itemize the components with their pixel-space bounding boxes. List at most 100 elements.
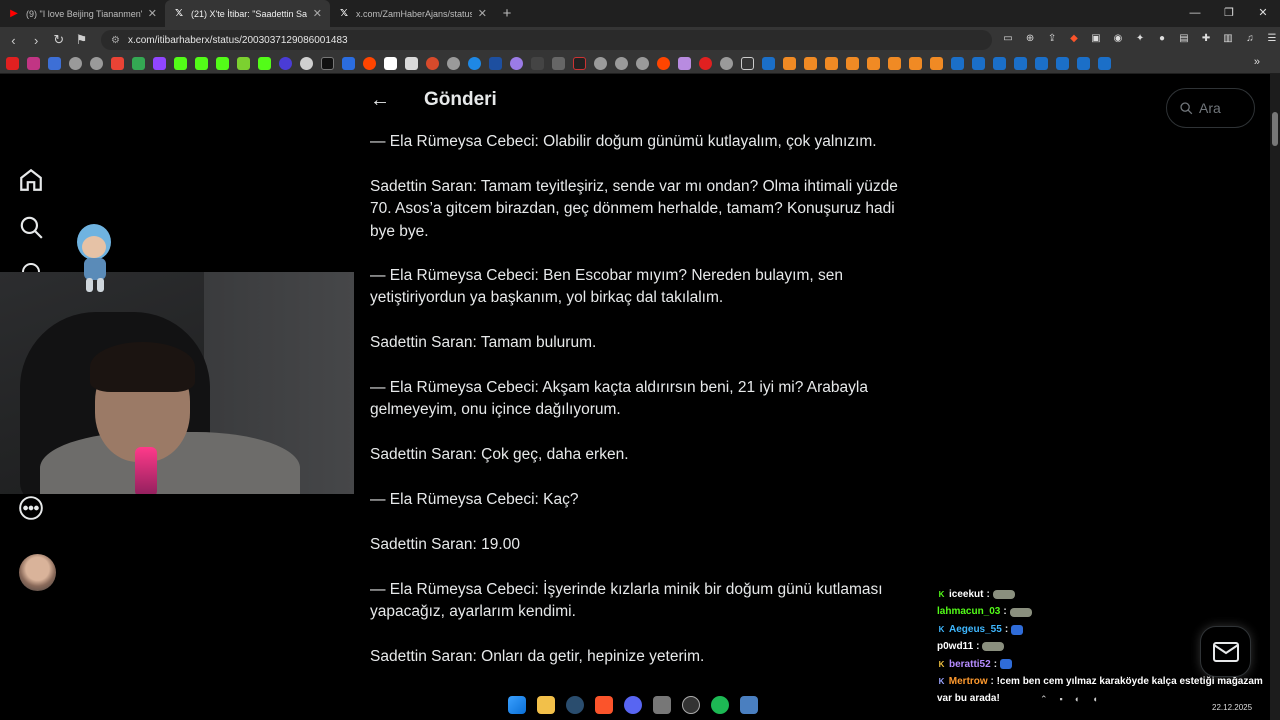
bookmark-icon[interactable]: [636, 56, 649, 70]
app-icon[interactable]: [740, 696, 758, 714]
scrollbar-thumb[interactable]: [1272, 112, 1278, 146]
bookmark-icon[interactable]: [699, 56, 712, 70]
profile-avatar[interactable]: [19, 554, 56, 591]
steam-icon[interactable]: [566, 696, 584, 714]
bookmark-icon[interactable]: [48, 56, 61, 70]
chevron-up-icon[interactable]: ⌃: [1040, 694, 1048, 705]
obs-icon[interactable]: [682, 696, 700, 714]
close-icon[interactable]: ✕: [148, 7, 157, 20]
bookmark-icon[interactable]: [615, 56, 628, 70]
bookmark-steam-icon[interactable]: [1056, 56, 1069, 70]
bookmark-icon[interactable]: [237, 56, 250, 70]
extension-icon[interactable]: ●: [1154, 33, 1170, 47]
bookmark-reddit-icon[interactable]: [657, 56, 670, 70]
close-window-button[interactable]: ✕: [1246, 0, 1280, 27]
bookmark-drive-icon[interactable]: [132, 56, 145, 70]
bookmark-icon[interactable]: [783, 56, 796, 70]
bookmark-reddit-icon[interactable]: [363, 56, 376, 70]
bookmark-icon[interactable]: [510, 56, 523, 70]
bookmark-icon[interactable]: [867, 56, 880, 70]
bookmark-twitch-icon[interactable]: [153, 56, 166, 70]
bookmark-steam-icon[interactable]: [993, 56, 1006, 70]
network-icon[interactable]: ◐: [1075, 694, 1080, 705]
bookmark-icon[interactable]: [552, 56, 565, 70]
bookmark-kick-icon[interactable]: [174, 56, 187, 70]
bookmark-kick-icon[interactable]: [195, 56, 208, 70]
bookmark-steam-icon[interactable]: [972, 56, 985, 70]
bookmark-icon[interactable]: [678, 56, 691, 70]
back-arrow-icon[interactable]: ←: [370, 89, 390, 112]
discord-icon[interactable]: [624, 696, 642, 714]
notifications-icon[interactable]: [18, 260, 44, 272]
search-input[interactable]: Ara: [1166, 88, 1255, 128]
brave-shield-icon[interactable]: ◆: [1066, 33, 1082, 47]
messages-button[interactable]: [1200, 626, 1251, 677]
search-icon[interactable]: [18, 214, 44, 240]
url-field[interactable]: ⚙ x.com/itibarhaberx/status/200303712908…: [101, 30, 993, 50]
sidebar-icon[interactable]: ▥: [1220, 33, 1236, 47]
bookmark-icon[interactable]: [279, 56, 292, 70]
extension-icon[interactable]: ✦: [1132, 33, 1148, 47]
bookmark-instagram-icon[interactable]: [27, 56, 40, 70]
file-explorer-icon[interactable]: [537, 696, 555, 714]
spotify-icon[interactable]: [711, 696, 729, 714]
bookmark-steam-icon[interactable]: [1014, 56, 1027, 70]
tab-x-zamhaber[interactable]: 𝕏 x.com/ZamHaberAjans/status/20030 ✕: [330, 0, 495, 27]
site-settings-icon[interactable]: ⚙: [111, 35, 120, 46]
extension-icon[interactable]: ▤: [1176, 33, 1192, 47]
bookmark-icon[interactable]: [468, 56, 481, 70]
extension-icon[interactable]: ◉: [1110, 33, 1126, 47]
bookmark-gmail-icon[interactable]: [111, 56, 124, 70]
bookmark-steam-icon[interactable]: [1035, 56, 1048, 70]
back-button[interactable]: ‹: [4, 33, 23, 48]
bookmark-icon[interactable]: [888, 56, 901, 70]
bookmark-icon[interactable]: [426, 56, 439, 70]
close-icon[interactable]: ✕: [478, 7, 487, 20]
bookmark-steam-icon[interactable]: [951, 56, 964, 70]
tray-icon[interactable]: ▪: [1060, 694, 1063, 705]
bookmark-icon[interactable]: [342, 56, 355, 70]
home-icon[interactable]: [18, 167, 44, 193]
bookmark-icon[interactable]: [489, 56, 502, 70]
maximize-button[interactable]: ❐: [1212, 0, 1246, 27]
bookmark-icon[interactable]: [930, 56, 943, 70]
extensions-puzzle-icon[interactable]: ✚: [1198, 33, 1214, 47]
bookmark-steam-icon[interactable]: [1098, 56, 1111, 70]
volume-icon[interactable]: ◖: [1092, 694, 1097, 705]
forward-button[interactable]: ›: [27, 33, 46, 48]
bookmark-icon[interactable]: ⚑: [72, 32, 91, 48]
reload-button[interactable]: ↻: [50, 32, 69, 48]
bookmark-icon[interactable]: [384, 56, 397, 70]
bookmark-folder-icon[interactable]: [741, 56, 754, 70]
share-icon[interactable]: ⇪: [1044, 33, 1060, 47]
bookmark-icon[interactable]: [531, 56, 544, 70]
bookmark-icon[interactable]: [90, 56, 103, 70]
bookmark-icon[interactable]: [447, 56, 460, 70]
extension-icon[interactable]: ▣: [1088, 33, 1104, 47]
bookmark-youtube-icon[interactable]: [6, 56, 19, 70]
new-tab-button[interactable]: +: [495, 5, 519, 22]
bookmark-icon[interactable]: [594, 56, 607, 70]
cast-icon[interactable]: ▭: [1000, 33, 1016, 47]
bookmark-kick-icon[interactable]: [216, 56, 229, 70]
bookmark-icon[interactable]: [804, 56, 817, 70]
app-icon[interactable]: [653, 696, 671, 714]
more-icon[interactable]: [18, 495, 44, 521]
bookmark-steam-icon[interactable]: [762, 56, 775, 70]
close-icon[interactable]: ✕: [313, 7, 322, 20]
page-scrollbar[interactable]: [1270, 74, 1280, 720]
bookmark-icon[interactable]: [846, 56, 859, 70]
bookmark-steam-icon[interactable]: [1077, 56, 1090, 70]
bookmark-x-icon[interactable]: [321, 56, 334, 70]
tab-x-itibar[interactable]: 𝕏 (21) X'te İtibar: "Saadettin Saran ✕: [165, 0, 330, 27]
windows-start-icon[interactable]: [508, 696, 526, 714]
tab-youtube[interactable]: ▶ (9) "I love Beijing Tiananmen" - Chin …: [0, 0, 165, 27]
menu-icon[interactable]: ☰: [1264, 33, 1280, 47]
brave-icon[interactable]: [595, 696, 613, 714]
bookmark-icon[interactable]: [909, 56, 922, 70]
bookmark-icon[interactable]: [405, 56, 418, 70]
bookmark-icon[interactable]: [720, 56, 733, 70]
zoom-icon[interactable]: ⊕: [1022, 33, 1038, 47]
media-icon[interactable]: ♫: [1242, 33, 1258, 47]
bookmark-icon[interactable]: [573, 56, 586, 70]
